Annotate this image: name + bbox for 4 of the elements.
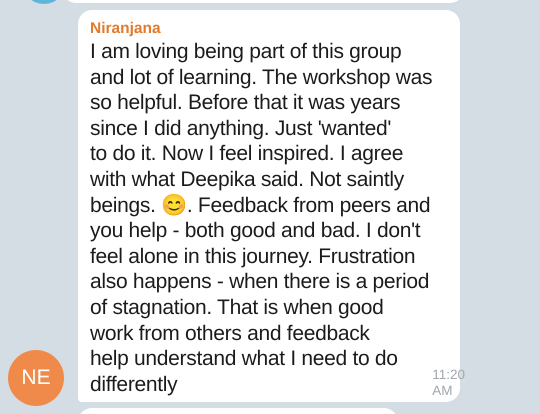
sender-name: Niranjana: [90, 19, 161, 39]
avatar[interactable]: NE: [8, 350, 64, 406]
message-text: I am loving being part of this group and lot of learning. The workshop was so helpful. Before that it was years since I did anything. Just 'wanted' to do it. Now I feel inspired. I agree with what Deepika said. Not saintly beings. 😊. Feedback from peers and you help - both good and bad. I don't feel alone in this journey. Frustration also happens - when there is a period of stagnation. That is when good work from others and feedback help understand what I need to do differently: [90, 39, 432, 398]
message-time: 11:20 AM: [432, 367, 466, 400]
